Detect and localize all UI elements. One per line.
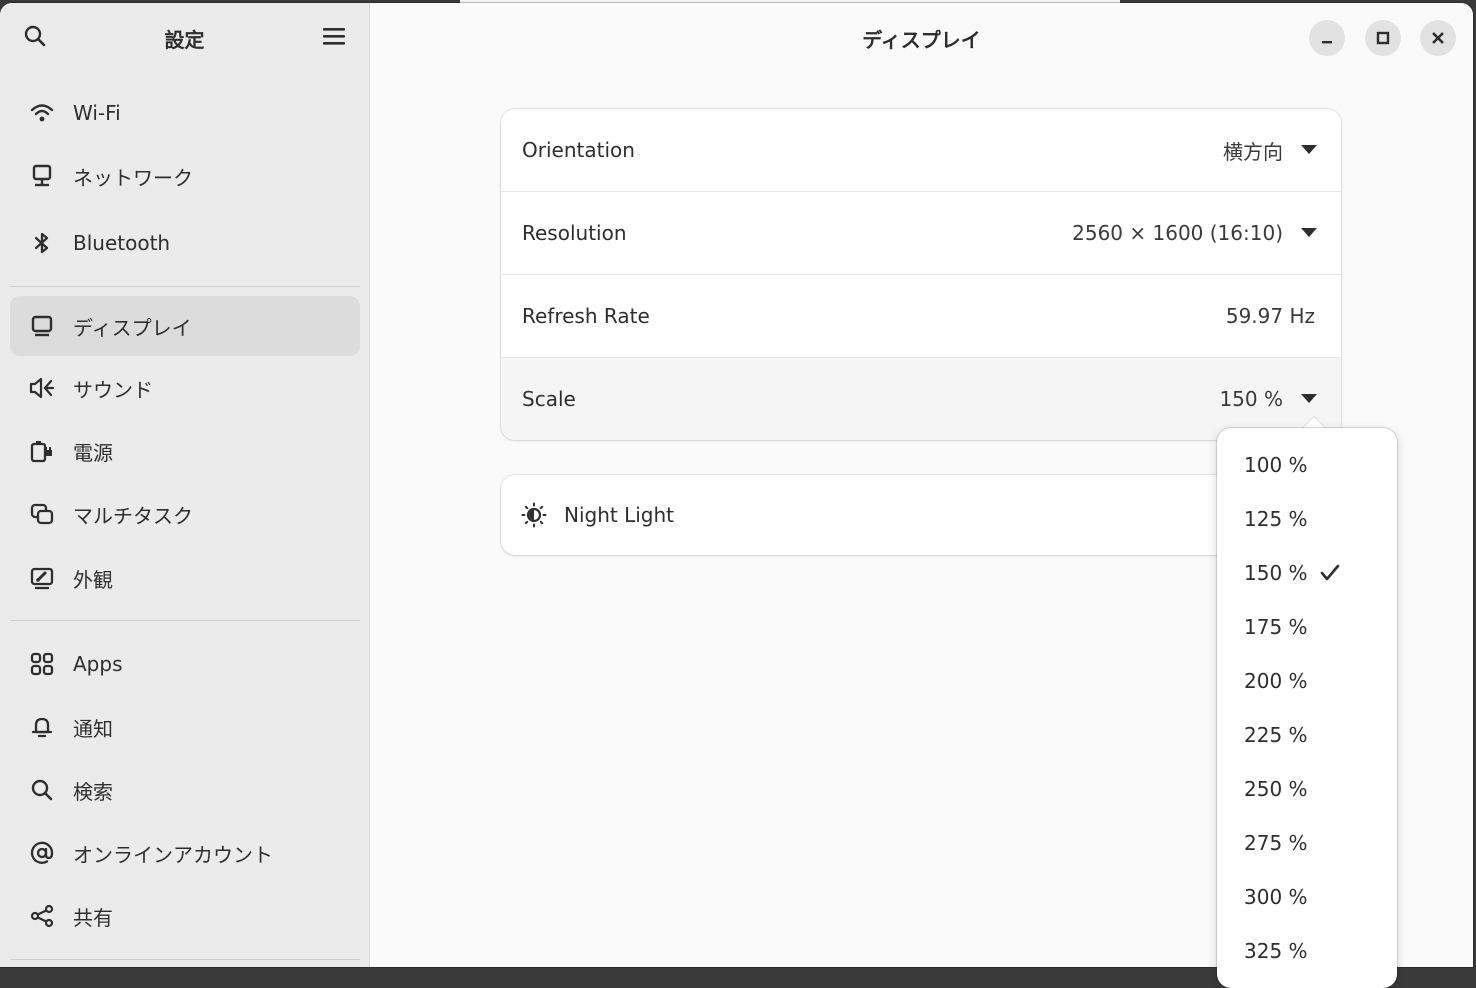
scale-option-100[interactable]: 100 % [1217, 438, 1397, 492]
night-light-card[interactable]: Night Light [501, 475, 1341, 555]
bell-icon [29, 714, 55, 740]
sidebar-item-label: サウンド [73, 377, 153, 402]
close-icon [1432, 32, 1444, 44]
resolution-row[interactable]: Resolution 2560 × 1600 (16:10) [501, 192, 1341, 275]
sidebar-item-label: 外観 [73, 567, 113, 592]
scale-option-300[interactable]: 300 % [1217, 870, 1397, 924]
sidebar-item-label: Bluetooth [73, 231, 171, 255]
main-menu-icon[interactable] [319, 21, 349, 51]
bluetooth-icon [29, 230, 55, 256]
scale-option-250[interactable]: 250 % [1217, 762, 1397, 816]
night-light-label: Night Light [564, 503, 674, 527]
scale-option-275[interactable]: 275 % [1217, 816, 1397, 870]
appearance-icon [29, 565, 55, 591]
minimize-icon [1322, 41, 1332, 44]
sidebar-item-multitasking[interactable]: マルチタスク [10, 484, 360, 544]
scale-option-label: 200 % [1244, 669, 1308, 693]
scale-option-175[interactable]: 175 % [1217, 600, 1397, 654]
sidebar-item-label: オンラインアカウント [73, 842, 273, 867]
resolution-value: 2560 × 1600 (16:10) [1072, 221, 1283, 245]
sidebar-item-display[interactable]: ディスプレイ [10, 296, 360, 356]
sidebar-item-search[interactable]: 検索 [10, 760, 360, 820]
sidebar-item-appearance[interactable]: 外観 [10, 548, 360, 608]
sidebar-item-notifications[interactable]: 通知 [10, 697, 360, 757]
at-sign-icon [29, 840, 55, 866]
refresh-rate-label: Refresh Rate [522, 304, 650, 328]
scale-option-200[interactable]: 200 % [1217, 654, 1397, 708]
maximize-button[interactable] [1365, 20, 1401, 56]
scale-option-150[interactable]: 150 % [1217, 546, 1397, 600]
sidebar-item-label: 検索 [73, 779, 113, 804]
wifi-icon [29, 100, 55, 126]
sidebar-item-power[interactable]: 電源 [10, 421, 360, 481]
sidebar-item-bluetooth[interactable]: Bluetooth [10, 213, 360, 273]
refresh-rate-value: 59.97 Hz [1225, 304, 1315, 328]
scale-option-225[interactable]: 225 % [1217, 708, 1397, 762]
maximize-icon [1376, 31, 1390, 45]
sidebar-item-online-accounts[interactable]: オンラインアカウント [10, 823, 360, 883]
resolution-label: Resolution [522, 221, 627, 245]
sidebar-item-apps[interactable]: Apps [10, 634, 360, 694]
close-button[interactable] [1420, 20, 1456, 56]
page-title: ディスプレイ [862, 28, 981, 52]
orientation-row[interactable]: Orientation 横方向 [501, 109, 1341, 192]
orientation-value: 横方向 [1223, 139, 1283, 164]
sidebar-item-label: マルチタスク [73, 503, 193, 528]
search-icon[interactable] [20, 21, 50, 51]
sidebar-item-label: 電源 [73, 440, 113, 465]
sidebar-item-label: ネットワーク [73, 165, 193, 190]
network-icon [29, 163, 55, 189]
multitasking-icon [29, 501, 55, 527]
minimize-button[interactable] [1309, 20, 1345, 56]
scale-option-label: 100 % [1244, 453, 1308, 477]
night-light-icon [521, 502, 547, 528]
sidebar-item-label: Wi-Fi [73, 101, 121, 125]
display-settings-card: Orientation 横方向 Resolution 2560 × 1600 (… [501, 109, 1341, 440]
sidebar-item-sound[interactable]: サウンド [10, 358, 360, 418]
scale-option-label: 325 % [1244, 939, 1308, 963]
orientation-label: Orientation [522, 138, 635, 162]
sidebar-header: 設定 [0, 3, 369, 73]
scale-option-label: 150 % [1244, 561, 1308, 585]
scale-option-325[interactable]: 325 % [1217, 924, 1397, 978]
scale-row[interactable]: Scale 150 % [501, 358, 1341, 440]
sidebar-item-sharing[interactable]: 共有 [10, 886, 360, 946]
scale-option-label: 275 % [1244, 831, 1308, 855]
sidebar: 設定 Wi-Fi ネットワーク Bluetooth ディスプレイ サウンド 電源… [0, 3, 370, 967]
dropdown-arrow-icon [1301, 228, 1317, 237]
sidebar-separator [10, 286, 360, 287]
scale-option-label: 175 % [1244, 615, 1308, 639]
sidebar-item-wifi[interactable]: Wi-Fi [10, 83, 360, 143]
speaker-icon [29, 375, 55, 401]
apps-grid-icon [29, 651, 55, 677]
sidebar-item-label: Apps [73, 652, 123, 676]
scale-option-label: 300 % [1244, 885, 1308, 909]
sidebar-item-label: 通知 [73, 716, 113, 741]
sidebar-item-label: 共有 [73, 905, 113, 930]
power-icon [29, 438, 55, 464]
sidebar-separator [10, 959, 360, 960]
scale-option-label: 250 % [1244, 777, 1308, 801]
scale-option-125[interactable]: 125 % [1217, 492, 1397, 546]
scale-label: Scale [522, 387, 576, 411]
night-light-row[interactable]: Night Light [501, 475, 1341, 555]
scale-dropdown-menu: 100 % 125 % 150 % 175 % 200 % 225 % 250 … [1217, 428, 1397, 988]
scale-value: 150 % [1219, 387, 1283, 411]
checkmark-icon [1320, 564, 1340, 582]
share-icon [29, 903, 55, 929]
sidebar-item-label: ディスプレイ [73, 315, 192, 340]
refresh-rate-row: Refresh Rate 59.97 Hz [501, 275, 1341, 358]
dropdown-arrow-icon [1301, 145, 1317, 154]
sidebar-separator [10, 620, 360, 621]
search-icon [29, 777, 55, 803]
sidebar-title: 設定 [164, 28, 205, 52]
scale-option-label: 225 % [1244, 723, 1308, 747]
scale-option-label: 125 % [1244, 507, 1308, 531]
dropdown-arrow-icon [1301, 394, 1317, 403]
sidebar-item-network[interactable]: ネットワーク [10, 146, 360, 206]
display-icon [29, 313, 55, 339]
